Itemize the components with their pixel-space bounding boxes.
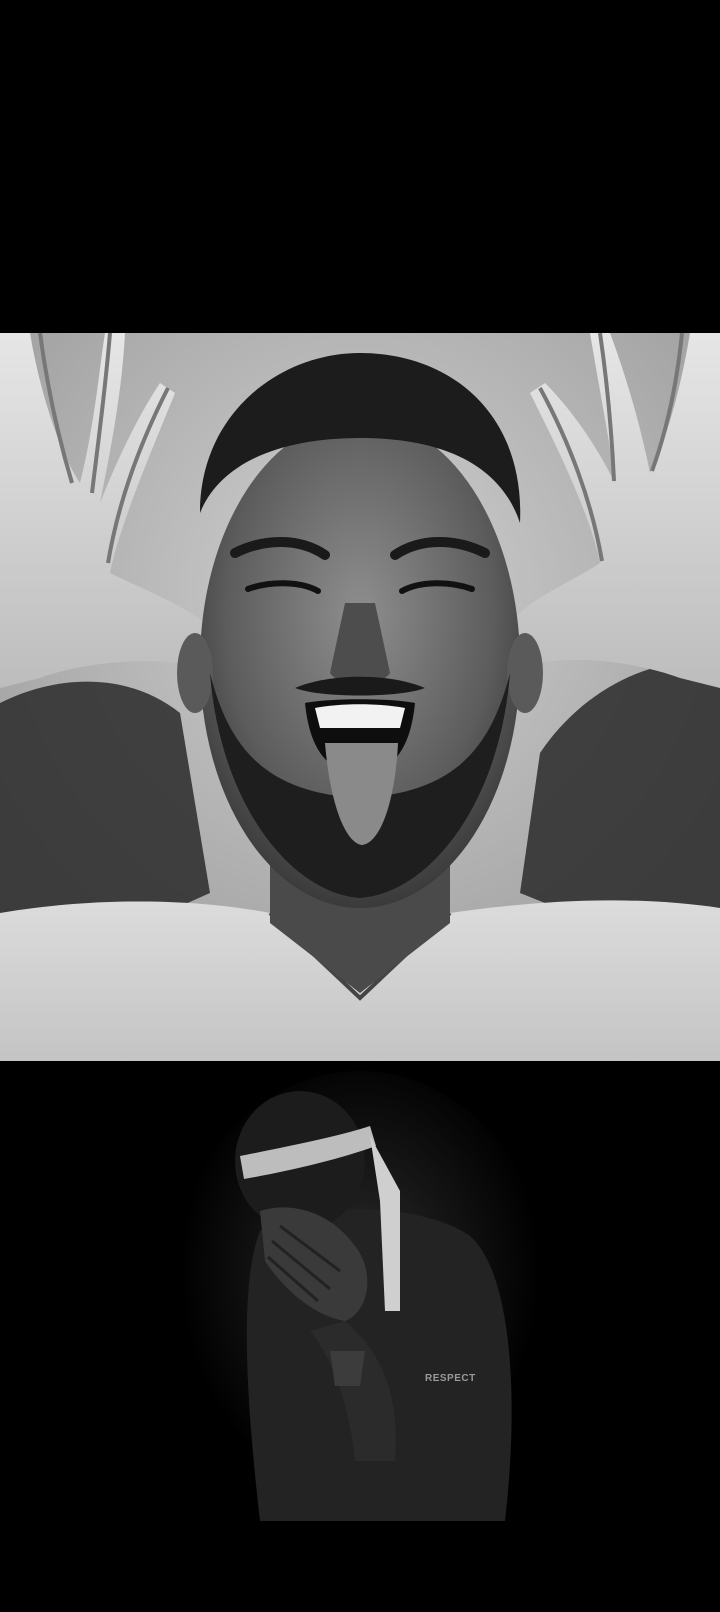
- video-stage[interactable]: RESPECT: [0, 0, 720, 1612]
- sleeve-patch-text: RESPECT: [425, 1373, 476, 1384]
- left-hand-shadow: [0, 681, 210, 933]
- top-photo-illustration: [0, 333, 720, 1061]
- bottom-photo-frame: RESPECT: [0, 1061, 720, 1612]
- shirt-crest: [330, 1351, 365, 1386]
- right-ear: [507, 633, 543, 713]
- teeth: [315, 704, 405, 728]
- top-photo-frame: [0, 333, 720, 1061]
- left-ear: [177, 633, 213, 713]
- bottom-photo-illustration: RESPECT: [0, 1061, 720, 1612]
